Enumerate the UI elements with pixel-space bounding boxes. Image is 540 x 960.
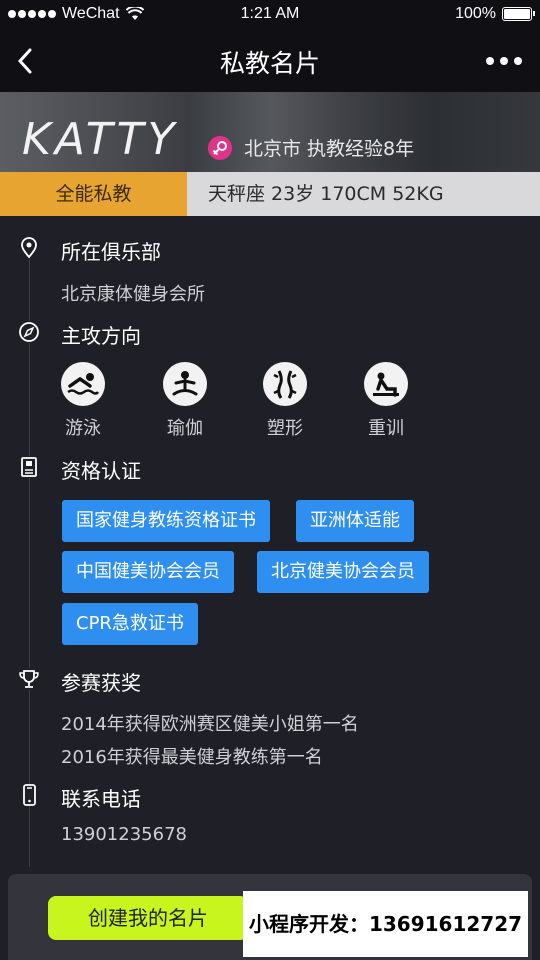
specialty-label: 塑形 bbox=[267, 418, 303, 439]
specialty-item: 瑜伽 bbox=[155, 362, 215, 440]
certification-badge: 亚洲体适能 bbox=[296, 500, 414, 542]
role-tag: 全能私教 bbox=[0, 172, 187, 216]
trophy-icon bbox=[18, 668, 40, 690]
create-card-button[interactable]: 创建我的名片 bbox=[48, 896, 248, 940]
certificate-icon bbox=[18, 456, 40, 478]
specialty-item: 塑形 bbox=[255, 362, 315, 440]
specialty-label: 瑜伽 bbox=[167, 418, 203, 439]
profile-header: KATTY 北京市 执教经验8年 bbox=[0, 92, 540, 172]
club-title: 所在俱乐部 bbox=[61, 240, 161, 264]
swim-icon bbox=[61, 362, 105, 406]
more-icon[interactable] bbox=[486, 57, 522, 65]
specialty-label: 重训 bbox=[368, 418, 404, 439]
certifications-title: 资格认证 bbox=[61, 459, 141, 483]
timeline-line bbox=[29, 252, 30, 867]
yoga-icon bbox=[163, 362, 207, 406]
certification-badge: 中国健美协会会员 bbox=[62, 551, 234, 593]
awards-title: 参赛获奖 bbox=[61, 671, 141, 695]
contact-title: 联系电话 bbox=[61, 787, 141, 811]
specialty-item: 游泳 bbox=[53, 362, 113, 440]
specialty-label: 游泳 bbox=[65, 418, 101, 439]
location-experience: 北京市 执教经验8年 bbox=[244, 138, 415, 160]
specialty-title: 主攻方向 bbox=[61, 324, 141, 348]
phone-icon bbox=[18, 784, 40, 806]
award-item: 2016年获得最美健身教练第一名 bbox=[61, 747, 323, 768]
phone-number[interactable]: 13901235678 bbox=[61, 824, 187, 845]
personal-attributes: 天秤座 23岁 170CM 52KG bbox=[208, 183, 444, 205]
certification-badge: 国家健身教练资格证书 bbox=[62, 500, 270, 542]
page-title: 私教名片 bbox=[219, 49, 320, 78]
certification-badge: CPR急救证书 bbox=[62, 603, 198, 645]
developer-contact-banner: 小程序开发：13691612727 bbox=[243, 891, 528, 957]
status-bar: WeChat 1:21 AM 100% bbox=[0, 0, 540, 30]
certification-badge: 北京健美协会会员 bbox=[257, 551, 429, 593]
award-item: 2014年获得欧洲赛区健美小姐第一名 bbox=[61, 714, 359, 735]
club-name: 北京康体健身会所 bbox=[61, 284, 205, 305]
battery-percent: 100% bbox=[455, 5, 496, 22]
compass-icon bbox=[18, 321, 40, 343]
weight-training-icon bbox=[364, 362, 408, 406]
body-shaping-icon bbox=[263, 362, 307, 406]
trainer-name: KATTY bbox=[22, 114, 179, 165]
profile-tags: 全能私教 天秤座 23岁 170CM 52KG bbox=[0, 172, 540, 216]
nav-bar: 私教名片 bbox=[0, 30, 540, 92]
battery-icon bbox=[502, 7, 535, 21]
female-icon bbox=[208, 136, 232, 160]
specialty-item: 重训 bbox=[356, 362, 416, 440]
location-pin-icon bbox=[18, 237, 40, 259]
